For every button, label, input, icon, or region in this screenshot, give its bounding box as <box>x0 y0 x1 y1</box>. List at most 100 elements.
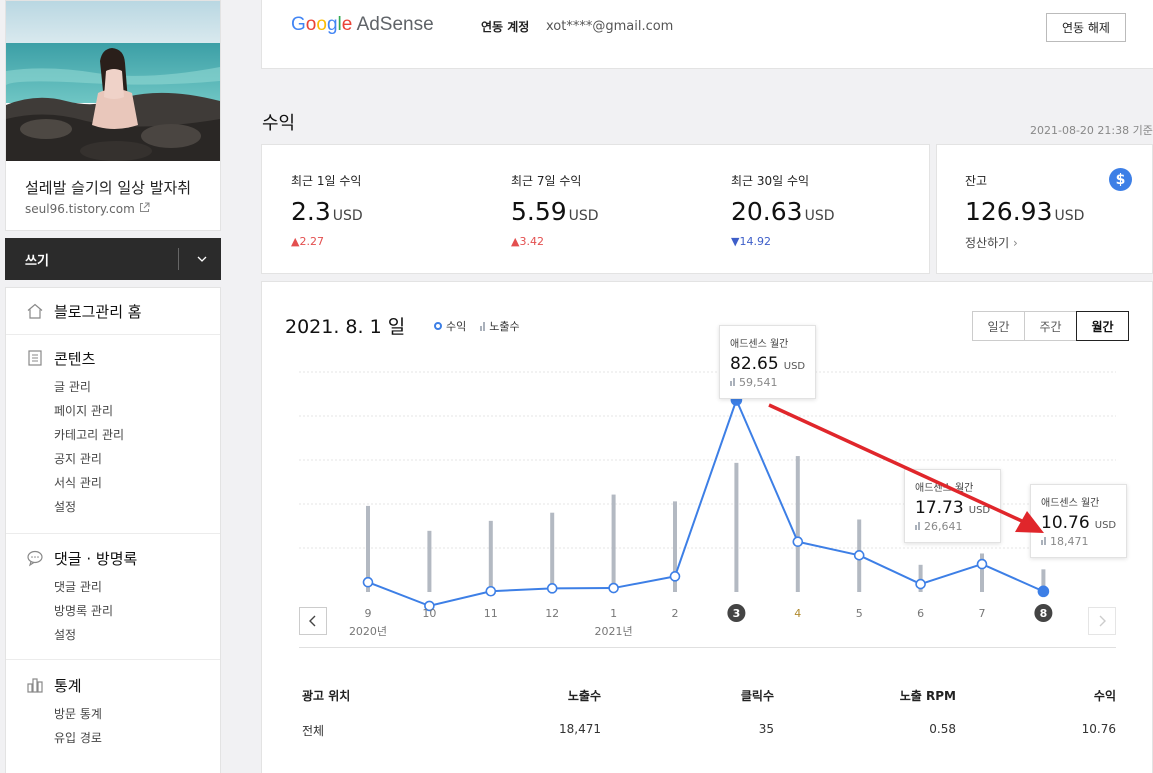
menu-item-pages[interactable]: 페이지 관리 <box>54 402 113 419</box>
x-tick-label: 1 <box>610 607 617 620</box>
admin-menu: 블로그관리 홈 콘텐츠 글 관리 페이지 관리 카테고리 관리 공지 관리 서식… <box>5 287 221 773</box>
tooltip-amount: 10.76 <box>1041 513 1090 533</box>
impression-bar <box>611 494 616 592</box>
chevron-down-icon[interactable] <box>192 249 212 269</box>
tooltip-title: 애드센스 월간 <box>915 483 974 494</box>
menu-title-content[interactable]: 콘텐츠 <box>54 348 95 369</box>
tab-monthly[interactable]: 월간 <box>1076 311 1129 341</box>
table-cell-impressions: 18,471 <box>559 722 601 736</box>
impressions-icon <box>915 522 921 530</box>
blog-url-text[interactable]: seul96.tistory.com <box>25 202 135 216</box>
table-cell-revenue: 10.76 <box>1081 722 1116 736</box>
impression-bar <box>795 456 800 592</box>
chart-next-button[interactable] <box>1088 607 1116 635</box>
menu-section-stats: 통계 방문 통계 유입 경로 <box>6 660 220 773</box>
write-button[interactable]: 쓰기 <box>25 250 49 269</box>
earning-change-value: 14.92 <box>739 235 771 248</box>
menu-item-referrers[interactable]: 유입 경로 <box>54 729 102 746</box>
table-header-ad-position: 광고 위치 <box>302 689 351 703</box>
tooltip-value: 10.76 USD <box>1041 513 1116 533</box>
earning-change-value: 3.42 <box>519 235 544 248</box>
chart-prev-button[interactable] <box>299 607 327 635</box>
balance-label: 잔고 <box>965 174 988 188</box>
menu-item-templates[interactable]: 서식 관리 <box>54 474 102 491</box>
adsense-header: Google AdSense 연동 계정 xot****@gmail.com 연… <box>261 0 1153 69</box>
impression-bar <box>734 462 739 592</box>
tooltip-impressions: 26,641 <box>915 520 990 533</box>
x-tick-label: 3 <box>733 607 741 620</box>
adsense-logo: Google AdSense <box>291 14 434 36</box>
menu-item-content-settings[interactable]: 설정 <box>54 498 76 515</box>
impressions-icon <box>730 378 736 386</box>
revenue-point <box>853 550 865 561</box>
tooltip-impressions-value: 18,471 <box>1050 535 1089 548</box>
menu-item-posts[interactable]: 글 관리 <box>54 378 91 395</box>
earnings-summary: 최근 1일 수익 2.3 USD ▲2.27 최근 7일 수익 5.59 USD ▲… <box>261 144 930 274</box>
earning-card-30day: 최근 30일 수익 20.63 USD ▼14.92 <box>731 145 941 275</box>
table-cell-rpm: 0.58 <box>929 722 956 736</box>
sidebar: 설레발 슬기의 일상 발자취 seul96.tistory.com 쓰기 블로그… <box>0 0 226 773</box>
dollar-icon: $ <box>1109 168 1132 191</box>
profile-card: 설레발 슬기의 일상 발자취 seul96.tistory.com <box>5 0 221 231</box>
menu-item-visit-stats[interactable]: 방문 통계 <box>54 705 102 722</box>
updated-timestamp: 2021-08-20 21:38 기준 <box>1030 124 1153 137</box>
earning-unit: USD <box>332 208 363 224</box>
write-bar: 쓰기 <box>5 238 221 280</box>
document-icon <box>26 349 44 367</box>
blog-title[interactable]: 설레발 슬기의 일상 발자취 <box>25 177 191 198</box>
blog-url-link[interactable]: seul96.tistory.com <box>25 202 150 216</box>
earning-unit: USD <box>568 208 599 224</box>
settle-link-text[interactable]: 정산하기 <box>965 236 1009 250</box>
chart-card: 2021. 8. 1 일 수익 노출수 일간 주간 월간 9 10 11 12 1 2 3 4… <box>261 281 1153 773</box>
earning-amount: 20.63 <box>731 197 803 226</box>
menu-item-guestbook[interactable]: 방명록 관리 <box>54 602 113 619</box>
balance-card: 잔고 $ 126.93 USD 정산하기 › <box>936 144 1153 274</box>
tooltip-unit: USD <box>1094 520 1117 531</box>
earning-label: 최근 7일 수익 <box>511 174 582 188</box>
earning-card-7day: 최근 7일 수익 5.59 USD ▲3.42 <box>511 145 721 275</box>
earning-card-1day: 최근 1일 수익 2.3 USD ▲2.27 <box>291 145 501 275</box>
menu-title-stats[interactable]: 통계 <box>54 675 82 696</box>
balance-unit: USD <box>1054 208 1085 224</box>
menu-section-comments: 댓글 · 방명록 댓글 관리 방명록 관리 설정 <box>6 534 220 660</box>
x-tick-label: 2 <box>672 607 679 620</box>
menu-title-home[interactable]: 블로그관리 홈 <box>54 301 142 322</box>
linked-account-email: xot****@gmail.com <box>546 19 674 34</box>
chevron-right-icon: › <box>1013 236 1018 250</box>
impression-bar <box>550 512 555 592</box>
revenue-point <box>1037 585 1050 598</box>
earning-unit: USD <box>804 208 835 224</box>
table-header-impressions: 노출수 <box>567 689 601 703</box>
x-tick-label: 4 <box>794 607 801 620</box>
profile-photo[interactable] <box>6 1 220 161</box>
table-header-rpm: 노출 RPM <box>899 689 956 703</box>
tooltip-title: 애드센스 월간 <box>730 339 789 350</box>
earning-label: 최근 1일 수익 <box>291 174 362 188</box>
tooltip-amount: 82.65 <box>730 354 779 374</box>
write-divider <box>178 248 179 270</box>
chart-tooltip-march: 애드센스 월간 82.65 USD 59,541 <box>719 325 817 399</box>
tooltip-value: 82.65 USD <box>730 354 805 374</box>
x-year-label: 2021년 <box>595 625 633 638</box>
menu-section-home: 블로그관리 홈 <box>6 288 220 335</box>
menu-item-comments[interactable]: 댓글 관리 <box>54 578 102 595</box>
revenue-point <box>669 571 681 582</box>
speech-bubble-icon <box>26 549 44 567</box>
tooltip-impressions: 18,471 <box>1041 535 1116 548</box>
menu-item-comment-settings[interactable]: 설정 <box>54 626 76 643</box>
revenue-point <box>546 583 558 594</box>
earning-change-value: 2.27 <box>299 235 324 248</box>
earning-change: ▲2.27 <box>291 235 324 248</box>
balance-value: 126.93 USD <box>965 197 1084 226</box>
menu-item-notices[interactable]: 공지 관리 <box>54 450 102 467</box>
table-cell-ad-position: 전체 <box>302 724 325 738</box>
menu-item-categories[interactable]: 카테고리 관리 <box>54 426 124 443</box>
impression-bar <box>488 520 493 592</box>
unlink-button[interactable]: 연동 해제 <box>1046 13 1126 42</box>
menu-title-comments[interactable]: 댓글 · 방명록 <box>54 548 137 569</box>
settle-link[interactable]: 정산하기 › <box>965 234 1018 251</box>
earning-value: 2.3 USD <box>291 197 363 226</box>
tooltip-amount: 17.73 <box>915 498 964 518</box>
table-header-revenue: 수익 <box>1093 689 1116 703</box>
x-tick-label: 9 <box>365 607 372 620</box>
